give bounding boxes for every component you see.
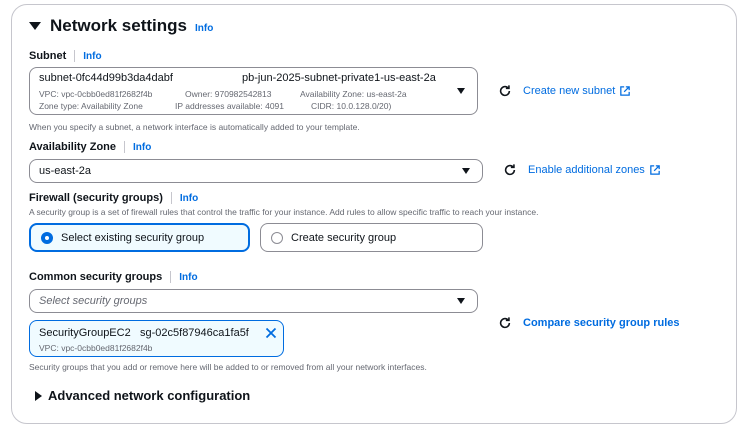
external-link-icon	[620, 86, 631, 96]
az-value: us-east-2a	[39, 165, 91, 177]
token-id: sg-02c5f87946ca1fa5f	[140, 327, 249, 339]
radio-label: Select existing security group	[61, 231, 205, 244]
create-subnet-link-text: Create new subnet	[523, 85, 616, 97]
radio-selected-icon	[41, 231, 53, 244]
advanced-network-title: Advanced network configuration	[48, 388, 251, 403]
advanced-network-toggle[interactable]: Advanced network configuration	[35, 388, 250, 403]
radio-unselected-icon	[271, 231, 283, 244]
divider	[124, 141, 126, 153]
subnet-label-text: Subnet	[29, 50, 67, 62]
radio-create-sg[interactable]: Create security group	[260, 223, 483, 252]
subnet-az: Availability Zone: us-east-2a	[300, 89, 407, 99]
section-header[interactable]: Network settings Info	[29, 16, 213, 36]
az-label-text: Availability Zone	[29, 141, 117, 153]
security-groups-placeholder: Select security groups	[39, 295, 148, 307]
firewall-label-text: Firewall (security groups)	[29, 192, 163, 204]
subnet-info-link[interactable]: Info	[83, 51, 101, 62]
close-icon[interactable]	[265, 327, 277, 339]
chevron-down-icon	[462, 168, 470, 174]
security-groups-select[interactable]: Select security groups	[29, 289, 478, 313]
subnet-zone-type: Zone type: Availability Zone	[39, 101, 143, 111]
subnet-id: subnet-0fc44d99b3da4dabf	[39, 72, 173, 84]
create-subnet-link[interactable]: Create new subnet	[523, 85, 631, 97]
az-info-link[interactable]: Info	[133, 142, 151, 153]
common-sg-info-link[interactable]: Info	[179, 272, 197, 283]
external-link-icon	[650, 165, 660, 175]
caret-right-icon	[35, 390, 42, 401]
common-sg-label-text: Common security groups	[29, 271, 163, 283]
divider	[170, 271, 172, 283]
chevron-down-icon	[457, 298, 465, 304]
caret-down-icon	[29, 22, 41, 30]
common-sg-label: Common security groups Info	[29, 271, 198, 283]
subnet-ip-available: IP addresses available: 4091	[175, 101, 285, 111]
subnet-owner: Owner: 970982542813	[185, 89, 272, 99]
radio-select-existing-sg[interactable]: Select existing security group	[29, 223, 250, 252]
radio-label: Create security group	[291, 231, 397, 244]
refresh-icon[interactable]	[503, 163, 517, 177]
enable-zones-link-text: Enable additional zones	[528, 164, 645, 176]
refresh-icon[interactable]	[498, 84, 512, 98]
subnet-select[interactable]: subnet-0fc44d99b3da4dabf pb-jun-2025-sub…	[29, 67, 478, 115]
az-select[interactable]: us-east-2a	[29, 159, 483, 183]
section-title: Network settings	[50, 16, 187, 35]
token-name: SecurityGroupEC2	[39, 327, 131, 339]
enable-zones-link[interactable]: Enable additional zones	[528, 164, 660, 176]
divider	[170, 192, 172, 204]
section-info-link[interactable]: Info	[195, 23, 213, 34]
subnet-label: Subnet Info	[29, 50, 102, 62]
firewall-description: A security group is a set of firewall ru…	[29, 207, 539, 217]
subnet-hint: When you specify a subnet, a network int…	[29, 122, 360, 132]
compare-sg-rules-link[interactable]: Compare security group rules	[523, 317, 680, 329]
firewall-label: Firewall (security groups) Info	[29, 192, 198, 204]
token-vpc: VPC: vpc-0cbb0ed81f2682f4b	[39, 343, 153, 353]
firewall-info-link[interactable]: Info	[180, 193, 198, 204]
az-label: Availability Zone Info	[29, 141, 151, 153]
subnet-vpc: VPC: vpc-0cbb0ed81f2682f4b	[39, 89, 153, 99]
chevron-down-icon	[457, 88, 465, 94]
divider	[74, 50, 76, 62]
security-group-token: SecurityGroupEC2 sg-02c5f87946ca1fa5f VP…	[29, 320, 284, 357]
subnet-cidr: CIDR: 10.0.128.0/20)	[311, 101, 392, 111]
common-sg-hint: Security groups that you add or remove h…	[29, 362, 427, 372]
subnet-name: pb-jun-2025-subnet-private1-us-east-2a	[242, 72, 436, 84]
refresh-icon[interactable]	[498, 316, 512, 330]
